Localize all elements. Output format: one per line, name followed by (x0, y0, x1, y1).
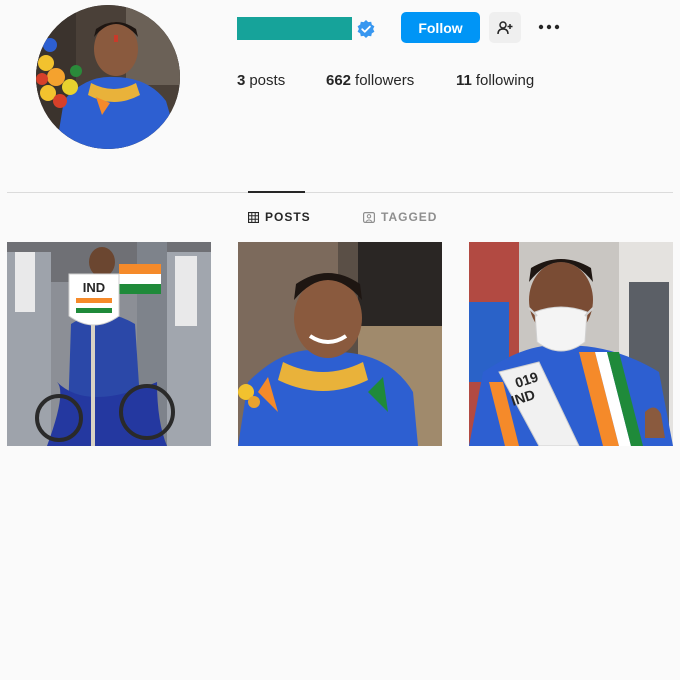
tab-tagged[interactable]: TAGGED (363, 210, 437, 224)
tab-posts-label: POSTS (265, 210, 311, 224)
username-redacted (237, 17, 352, 40)
posts-count-value: 3 (237, 72, 246, 89)
following-link[interactable]: 11 following (456, 72, 534, 89)
post-image-smiling-athlete (238, 242, 442, 446)
post-thumbnail-1[interactable]: IND (7, 242, 211, 446)
following-count-label: following (475, 72, 535, 89)
more-options-icon (538, 24, 560, 30)
post-image-athlete-with-sash: 019 IND (469, 242, 673, 446)
following-count-value: 11 (456, 72, 472, 89)
suggested-accounts-button[interactable] (489, 12, 521, 43)
post-sign-text: IND (83, 280, 105, 295)
posts-count-label: posts (249, 72, 286, 89)
profile-stats: 3 posts 662 followers 11 following (237, 72, 534, 89)
person-add-icon (497, 20, 513, 34)
grid-icon (248, 211, 259, 223)
tag-icon (363, 211, 375, 223)
post-thumbnail-3[interactable]: 019 IND (469, 242, 673, 446)
profile-divider (7, 192, 673, 193)
post-thumbnail-2[interactable] (238, 242, 442, 446)
posts-count: 3 posts (237, 72, 326, 89)
followers-link[interactable]: 662 followers (326, 72, 456, 89)
verified-badge-icon (357, 20, 375, 38)
post-image-wheelchair-athlete: IND (7, 242, 211, 446)
more-options-button[interactable] (537, 16, 561, 38)
tab-tagged-label: TAGGED (381, 210, 438, 224)
active-tab-indicator (248, 191, 305, 193)
tab-posts[interactable]: POSTS (248, 210, 311, 224)
profile-avatar[interactable] (36, 5, 180, 149)
followers-count-label: followers (355, 72, 415, 89)
follow-button[interactable]: Follow (401, 12, 480, 43)
avatar-photo (36, 5, 180, 149)
followers-count-value: 662 (326, 72, 352, 89)
